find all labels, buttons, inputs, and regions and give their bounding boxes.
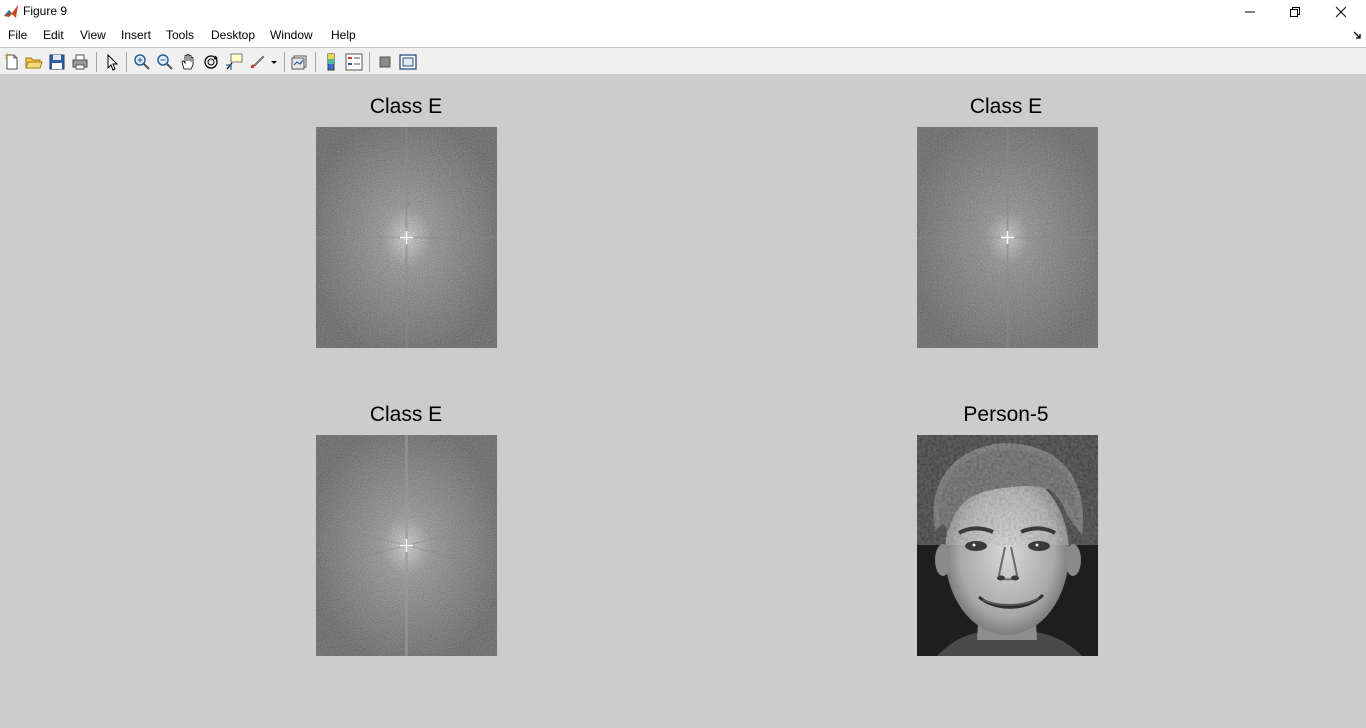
- edit-plot-icon[interactable]: [103, 53, 121, 71]
- plot-title: Class E: [369, 95, 443, 118]
- toolbar-separator: [315, 52, 316, 72]
- close-button[interactable]: [1318, 0, 1364, 24]
- restore-icon: [1290, 7, 1300, 17]
- minimize-icon: [1245, 11, 1255, 13]
- menu-bar: File Edit View Insert Tools Desktop Wind…: [0, 24, 1366, 47]
- print-icon[interactable]: [71, 53, 89, 71]
- pan-icon[interactable]: [179, 53, 197, 71]
- menu-file[interactable]: File: [8, 28, 27, 42]
- menu-tools[interactable]: Tools: [166, 28, 194, 42]
- insert-colorbar-icon[interactable]: [322, 53, 340, 71]
- close-icon: [1335, 6, 1347, 18]
- rotate-3d-icon[interactable]: [202, 53, 220, 71]
- new-figure-icon[interactable]: [3, 53, 21, 71]
- menu-insert[interactable]: Insert: [121, 28, 151, 42]
- toolbar-separator: [126, 52, 127, 72]
- minimize-button[interactable]: [1227, 0, 1273, 24]
- matlab-logo-icon: [3, 4, 19, 20]
- spectrum-image: [917, 127, 1098, 348]
- menu-desktop[interactable]: Desktop: [211, 28, 255, 42]
- restore-button[interactable]: [1272, 0, 1318, 24]
- open-file-icon[interactable]: [25, 53, 43, 71]
- zoom-in-icon[interactable]: [133, 53, 151, 71]
- plot-title: Class E: [969, 95, 1043, 118]
- menu-help[interactable]: Help: [331, 28, 356, 42]
- brush-icon[interactable]: [248, 53, 266, 71]
- save-icon[interactable]: [48, 53, 66, 71]
- spectrum-image: [316, 127, 497, 348]
- link-plot-icon[interactable]: [290, 53, 308, 71]
- figure-toolbar: [0, 47, 1366, 75]
- toolbar-separator: [96, 52, 97, 72]
- show-plot-tools-icon[interactable]: [399, 53, 417, 71]
- title-bar: Figure 9: [0, 0, 1366, 24]
- plot-title: Person-5: [963, 403, 1049, 426]
- menu-view[interactable]: View: [80, 28, 106, 42]
- hide-plot-tools-icon[interactable]: [376, 53, 394, 71]
- menu-window[interactable]: Window: [270, 28, 313, 42]
- data-cursor-icon[interactable]: [225, 53, 243, 71]
- spectrum-image: [316, 435, 497, 656]
- dock-figure-icon[interactable]: [1352, 30, 1362, 40]
- plot-title: Class E: [369, 403, 443, 426]
- brush-dropdown-icon[interactable]: [269, 53, 279, 71]
- toolbar-separator: [369, 52, 370, 72]
- figure-canvas: Class E Class E Class E Person-5: [0, 75, 1366, 728]
- window-title: Figure 9: [23, 4, 68, 18]
- menu-edit[interactable]: Edit: [43, 28, 64, 42]
- insert-legend-icon[interactable]: [345, 53, 363, 71]
- zoom-out-icon[interactable]: [156, 53, 174, 71]
- toolbar-separator: [284, 52, 285, 72]
- face-image: [917, 435, 1098, 656]
